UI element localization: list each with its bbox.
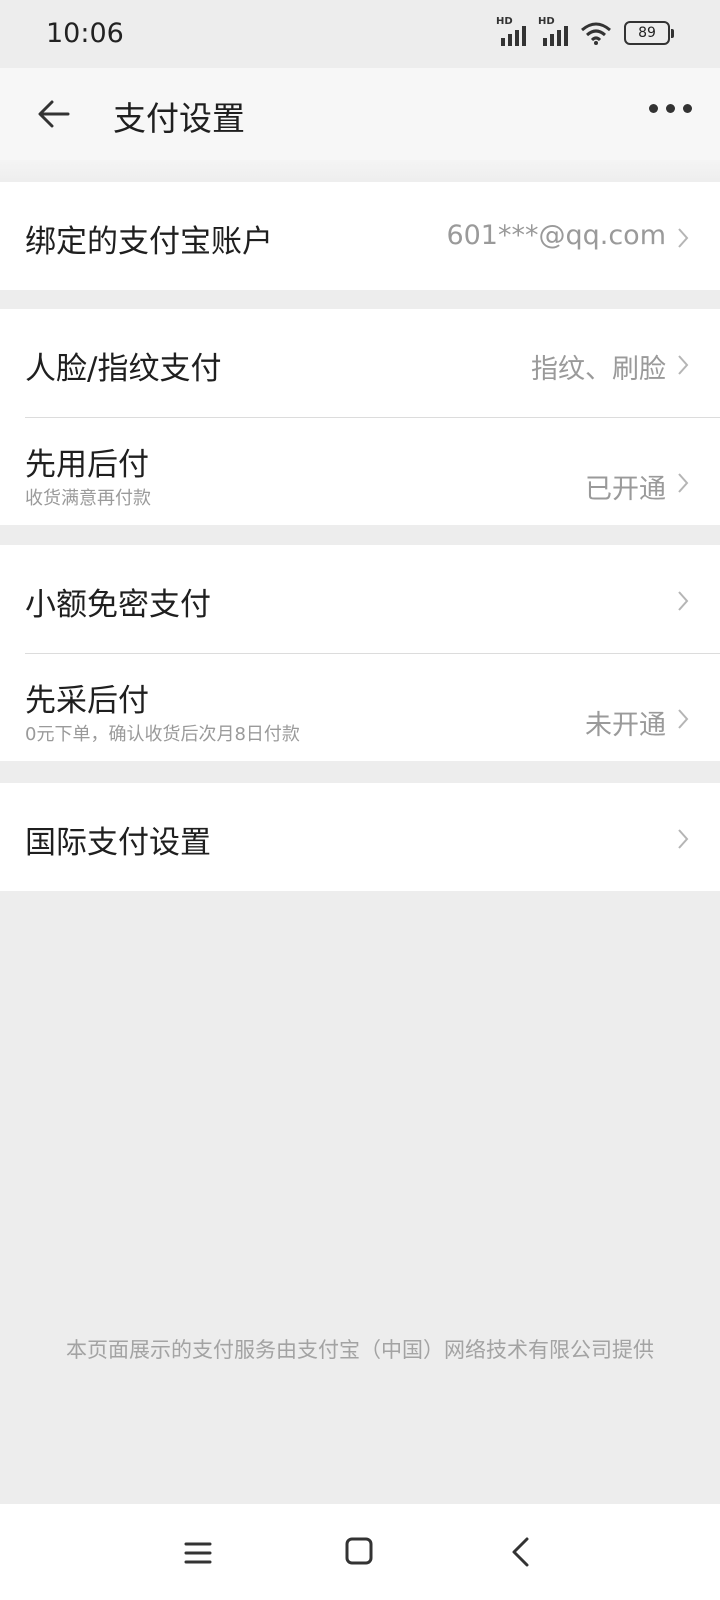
nav-bar: 支付设置 [0, 68, 720, 160]
row-international-pay-settings[interactable]: 国际支付设置 [0, 783, 720, 891]
settings-group-small-pay: 小额免密支付 先采后付 0元下单，确认收货后次月8日付款 未开通 [0, 545, 720, 761]
signal-hd-label: HD [496, 16, 513, 27]
more-dots-icon[interactable] [649, 104, 692, 113]
settings-group-international: 国际支付设置 [0, 783, 720, 891]
back-icon[interactable] [510, 1536, 530, 1568]
row-title: 人脸/指纹支付 [25, 351, 222, 387]
chevron-right-icon [678, 709, 689, 729]
page-title: 支付设置 [113, 99, 245, 138]
row-title: 国际支付设置 [25, 825, 211, 861]
row-title: 绑定的支付宝账户 [25, 224, 273, 260]
system-nav-bar [0, 1504, 720, 1600]
home-icon[interactable] [345, 1537, 373, 1565]
row-pay-later[interactable]: 先用后付 收货满意再付款 已开通 [0, 417, 720, 525]
settings-group-payment-methods: 人脸/指纹支付 指纹、刷脸 先用后付 收货满意再付款 已开通 [0, 309, 720, 525]
wifi-icon [581, 22, 611, 45]
status-icons: HD HD 89 [496, 16, 674, 46]
chevron-right-icon [678, 355, 689, 375]
battery-indicator: 89 [624, 21, 674, 45]
status-bar: 10:06 HD HD 89 [0, 0, 720, 68]
menu-icon[interactable] [184, 1541, 212, 1565]
chevron-right-icon [678, 228, 689, 248]
footer-note: 本页面展示的支付服务由支付宝（中国）网络技术有限公司提供 [66, 1338, 654, 1362]
row-face-fingerprint-pay[interactable]: 人脸/指纹支付 指纹、刷脸 [0, 309, 720, 417]
row-title: 先采后付 [25, 683, 149, 719]
row-bound-alipay-account[interactable]: 绑定的支付宝账户 601***@qq.com [0, 182, 720, 290]
row-value: 未开通 [585, 710, 666, 741]
settings-group-account: 绑定的支付宝账户 601***@qq.com [0, 182, 720, 290]
row-purchase-pay-later[interactable]: 先采后付 0元下单，确认收货后次月8日付款 未开通 [0, 653, 720, 761]
row-value: 601***@qq.com [446, 220, 666, 251]
signal-icon: HD [496, 16, 526, 46]
row-value: 已开通 [585, 474, 666, 505]
signal-hd-label: HD [538, 16, 555, 27]
chevron-right-icon [678, 591, 689, 611]
nav-divider-shade [0, 160, 720, 184]
back-arrow-icon[interactable] [36, 96, 72, 132]
chevron-right-icon [678, 829, 689, 849]
row-title: 小额免密支付 [25, 587, 211, 623]
row-subtitle: 收货满意再付款 [25, 488, 151, 509]
row-title: 先用后付 [25, 447, 149, 483]
row-value: 指纹、刷脸 [531, 354, 666, 385]
signal-icon: HD [538, 16, 568, 46]
chevron-right-icon [678, 473, 689, 493]
status-time: 10:06 [46, 18, 124, 49]
row-password-free-pay[interactable]: 小额免密支付 [0, 545, 720, 653]
row-subtitle: 0元下单，确认收货后次月8日付款 [25, 724, 300, 745]
